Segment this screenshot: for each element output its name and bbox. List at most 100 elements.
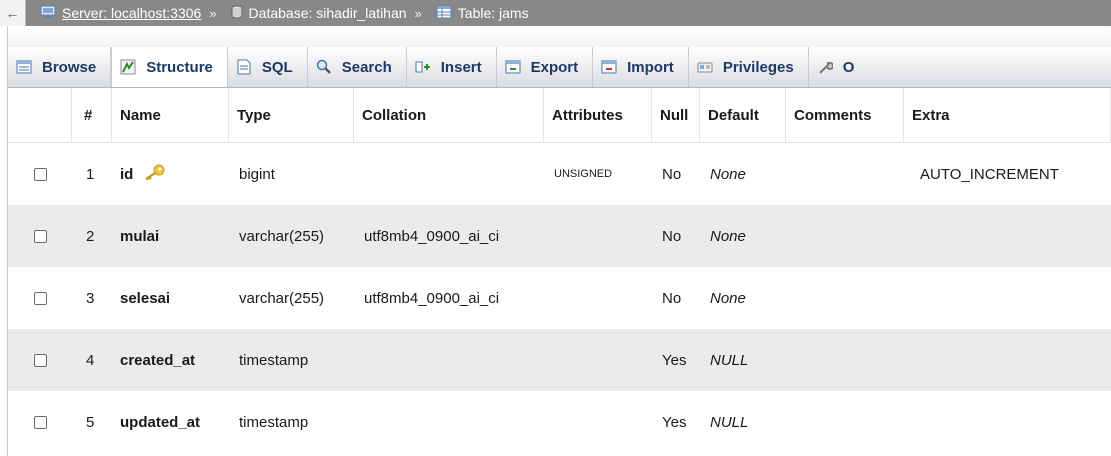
- row-attributes: [544, 205, 652, 267]
- row-default: NULL: [710, 413, 749, 431]
- row-num: 5: [86, 413, 95, 431]
- tab-export[interactable]: Export: [497, 47, 594, 87]
- tab-operations-label: O: [842, 58, 855, 76]
- row-checkbox[interactable]: [33, 353, 47, 367]
- table-row: 3 selesai varchar(255) utf8mb4_0900_ai_c…: [8, 267, 1111, 329]
- tab-browse[interactable]: Browse: [8, 47, 112, 87]
- row-name-cell: id: [112, 143, 229, 205]
- table-row: 1 id bigint UNSIGNED No None AUTO_INCREM…: [8, 143, 1111, 205]
- breadcrumb-database[interactable]: Database: sihadir_latihan: [231, 5, 407, 22]
- row-comments: [786, 143, 904, 205]
- row-collation: [354, 143, 544, 205]
- browse-icon: [16, 59, 32, 75]
- database-icon: [231, 5, 243, 22]
- row-num: 4: [86, 351, 95, 369]
- left-frame-edge: [0, 0, 8, 456]
- wrench-icon: [817, 59, 834, 75]
- row-default: None: [710, 227, 746, 245]
- breadcrumb-server-label[interactable]: Server: localhost:3306: [62, 5, 201, 21]
- row-checkbox[interactable]: [33, 229, 47, 243]
- breadcrumb-separator: »: [414, 5, 422, 21]
- collapse-arrow-button[interactable]: ←: [0, 0, 26, 26]
- row-type: timestamp: [239, 351, 309, 369]
- tab-insert-label: Insert: [440, 58, 482, 76]
- header-default: Default: [700, 88, 786, 142]
- row-default: None: [710, 289, 746, 307]
- tab-import-label: Import: [627, 58, 674, 76]
- row-checkbox-cell: [8, 391, 72, 453]
- breadcrumb-table-label[interactable]: Table: jams: [458, 5, 529, 21]
- breadcrumb-separator: »: [209, 5, 217, 21]
- row-null: No: [662, 165, 682, 183]
- row-num: 1: [86, 165, 95, 183]
- header-collation: Collation: [354, 88, 544, 142]
- row-collation: utf8mb4_0900_ai_ci: [364, 227, 500, 245]
- header-comments: Comments: [786, 88, 904, 142]
- header-extra: Extra: [904, 88, 1111, 142]
- tab-export-label: Export: [530, 58, 579, 76]
- row-collation: [354, 391, 544, 453]
- row-name: id: [120, 165, 134, 183]
- tab-search-label: Search: [341, 58, 392, 76]
- header-type: Type: [229, 88, 354, 142]
- tab-import[interactable]: Import: [593, 47, 689, 87]
- insert-icon: [415, 59, 431, 75]
- row-comments: [786, 391, 904, 453]
- header-null: Null: [652, 88, 700, 142]
- row-checkbox[interactable]: [33, 167, 47, 181]
- privileges-icon: [697, 59, 713, 75]
- row-type: varchar(255): [239, 227, 325, 245]
- row-name: selesai: [120, 289, 171, 307]
- table-row: 2 mulai varchar(255) utf8mb4_0900_ai_ci …: [8, 205, 1111, 267]
- header-attributes: Attributes: [544, 88, 652, 142]
- row-extra: [904, 205, 1111, 267]
- row-collation: utf8mb4_0900_ai_ci: [364, 289, 500, 307]
- row-null: No: [662, 289, 682, 307]
- row-attributes: [544, 391, 652, 453]
- header-checkbox-column: [8, 88, 72, 142]
- row-name: mulai: [120, 227, 160, 245]
- row-name: updated_at: [120, 413, 201, 431]
- row-comments: [786, 329, 904, 391]
- row-type: bigint: [239, 165, 275, 183]
- breadcrumb-database-label[interactable]: Database: sihadir_latihan: [249, 5, 407, 21]
- tab-insert[interactable]: Insert: [407, 47, 497, 87]
- row-num: 3: [86, 289, 95, 307]
- header-name[interactable]: Name: [112, 88, 229, 142]
- row-null: Yes: [662, 413, 687, 431]
- import-icon: [601, 59, 617, 75]
- row-checkbox-cell: [8, 205, 72, 267]
- table-header-row: # Name Type Collation Attributes Null De…: [8, 88, 1111, 143]
- breadcrumb: ← Server: localhost:3306 » Database: sih…: [0, 0, 1111, 26]
- search-icon: [316, 59, 332, 75]
- tab-operations[interactable]: O: [809, 47, 869, 87]
- tab-privileges-label: Privileges: [722, 58, 794, 76]
- sql-icon: [236, 59, 252, 75]
- row-comments: [786, 205, 904, 267]
- row-attributes: [544, 329, 652, 391]
- tab-privileges[interactable]: Privileges: [689, 47, 809, 87]
- row-attributes: [544, 267, 652, 329]
- breadcrumb-table[interactable]: Table: jams: [436, 5, 529, 22]
- tab-browse-label: Browse: [42, 58, 97, 76]
- row-checkbox-cell: [8, 267, 72, 329]
- row-name: created_at: [120, 351, 196, 369]
- export-icon: [505, 59, 521, 75]
- tab-sql[interactable]: SQL: [228, 47, 308, 87]
- row-checkbox-cell: [8, 329, 72, 391]
- tab-sql-label: SQL: [261, 58, 293, 76]
- table-icon: [436, 5, 452, 22]
- structure-icon: [120, 59, 136, 75]
- row-type: timestamp: [239, 413, 309, 431]
- breadcrumb-server[interactable]: Server: localhost:3306: [40, 5, 201, 22]
- row-checkbox[interactable]: [33, 415, 47, 429]
- primary-key-icon: [143, 164, 165, 184]
- tab-structure[interactable]: Structure: [111, 47, 228, 87]
- server-icon: [40, 5, 56, 22]
- tab-structure-label: Structure: [146, 58, 213, 76]
- row-checkbox[interactable]: [33, 291, 47, 305]
- tab-search[interactable]: Search: [308, 47, 407, 87]
- row-type: varchar(255): [239, 289, 325, 307]
- row-extra: AUTO_INCREMENT: [920, 165, 1059, 183]
- row-extra: [904, 329, 1111, 391]
